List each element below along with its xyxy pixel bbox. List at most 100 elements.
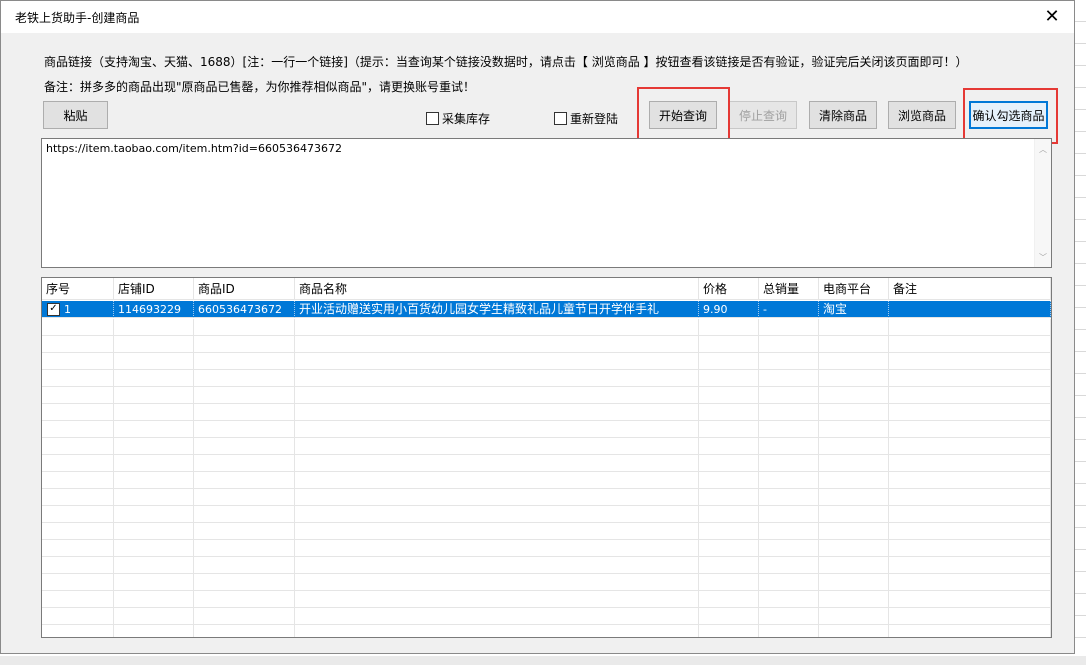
empty-cell <box>295 404 699 421</box>
row-product-name: 开业活动赠送实用小百货幼儿园女学生精致礼品儿童节日开学伴手礼 <box>295 301 699 318</box>
empty-cell <box>889 523 1051 540</box>
column-header-product-id[interactable]: 商品ID <box>194 278 295 300</box>
empty-table-row <box>42 489 1051 506</box>
empty-cell <box>114 489 194 506</box>
column-header-remark[interactable]: 备注 <box>889 278 1051 300</box>
row-seq-cell[interactable]: ✓ 1 <box>42 301 114 318</box>
empty-table-row <box>42 455 1051 472</box>
empty-cell <box>114 557 194 574</box>
empty-cell <box>819 438 889 455</box>
empty-cell <box>114 353 194 370</box>
checkbox-checked-icon[interactable]: ✓ <box>47 302 60 316</box>
empty-cell <box>759 574 819 591</box>
empty-cell <box>295 574 699 591</box>
close-button[interactable]: ✕ <box>1030 1 1074 32</box>
empty-cell <box>889 591 1051 608</box>
empty-cell <box>889 421 1051 438</box>
empty-cell <box>699 574 759 591</box>
empty-cell <box>114 455 194 472</box>
empty-cell <box>295 421 699 438</box>
table-header: 序号 店铺ID 商品ID 商品名称 价格 总销量 电商平台 备注 <box>42 278 1051 300</box>
collect-stock-checkbox[interactable]: 采集库存 <box>426 110 490 127</box>
empty-cell <box>819 370 889 387</box>
scroll-up-icon[interactable]: ︿ <box>1035 141 1051 157</box>
empty-cell <box>699 353 759 370</box>
empty-cell <box>194 540 295 557</box>
empty-cell <box>295 625 699 637</box>
empty-cell <box>295 370 699 387</box>
empty-cell <box>114 319 194 336</box>
empty-cell <box>819 319 889 336</box>
empty-cell <box>759 370 819 387</box>
empty-cell <box>114 387 194 404</box>
column-header-platform[interactable]: 电商平台 <box>819 278 889 300</box>
checkbox-unchecked-icon <box>426 112 439 125</box>
empty-cell <box>194 574 295 591</box>
empty-cell <box>759 404 819 421</box>
empty-cell <box>699 438 759 455</box>
empty-cell <box>114 540 194 557</box>
dialog-content: 商品链接（支持淘宝、天猫、1688）[注：一行一个链接]（提示：当查询某个链接没… <box>9 33 1066 647</box>
empty-cell <box>42 472 114 489</box>
empty-table-row <box>42 404 1051 421</box>
empty-cell <box>699 455 759 472</box>
column-header-product-name[interactable]: 商品名称 <box>295 278 699 300</box>
empty-cell <box>295 540 699 557</box>
paste-button[interactable]: 粘贴 <box>43 101 108 129</box>
empty-cell <box>699 608 759 625</box>
empty-cell <box>699 319 759 336</box>
relogin-checkbox[interactable]: 重新登陆 <box>554 110 618 127</box>
stop-query-button[interactable]: 停止查询 <box>729 101 797 129</box>
clear-products-button[interactable]: 清除商品 <box>809 101 877 129</box>
empty-cell <box>889 336 1051 353</box>
empty-cell <box>699 557 759 574</box>
column-header-seq[interactable]: 序号 <box>42 278 114 300</box>
checkbox-unchecked-icon <box>554 112 567 125</box>
empty-cell <box>114 574 194 591</box>
empty-cell <box>42 438 114 455</box>
empty-table-row <box>42 506 1051 523</box>
empty-table-row <box>42 591 1051 608</box>
empty-cell <box>889 557 1051 574</box>
empty-cell <box>699 591 759 608</box>
product-links-input[interactable]: https://item.taobao.com/item.htm?id=6605… <box>41 138 1052 268</box>
empty-cell <box>819 625 889 637</box>
empty-cell <box>759 438 819 455</box>
empty-cell <box>889 625 1051 637</box>
empty-cell <box>295 387 699 404</box>
empty-cell <box>819 404 889 421</box>
empty-cell <box>889 489 1051 506</box>
highlight-confirm-selected <box>963 88 1058 144</box>
empty-cell <box>295 608 699 625</box>
empty-cell <box>759 591 819 608</box>
table-row[interactable]: ✓ 1 114693229 660536473672 开业活动赠送实用小百货幼儿… <box>42 301 1051 318</box>
empty-cell <box>759 472 819 489</box>
row-shop-id: 114693229 <box>114 301 194 318</box>
empty-cell <box>194 591 295 608</box>
empty-cell <box>194 506 295 523</box>
empty-cell <box>295 319 699 336</box>
empty-cell <box>42 608 114 625</box>
browse-products-button[interactable]: 浏览商品 <box>888 101 956 129</box>
empty-cell <box>114 438 194 455</box>
column-header-total-sales[interactable]: 总销量 <box>759 278 819 300</box>
empty-cell <box>194 421 295 438</box>
links-scrollbar[interactable]: ︿ ﹀ <box>1034 139 1051 267</box>
empty-table-row <box>42 319 1051 336</box>
column-header-price[interactable]: 价格 <box>699 278 759 300</box>
empty-cell <box>759 625 819 637</box>
empty-cell <box>819 472 889 489</box>
empty-cell <box>699 489 759 506</box>
empty-cell <box>889 540 1051 557</box>
empty-cell <box>194 404 295 421</box>
column-header-shop-id[interactable]: 店铺ID <box>114 278 194 300</box>
empty-cell <box>42 421 114 438</box>
empty-cell <box>889 370 1051 387</box>
window-title: 老铁上货助手-创建商品 <box>15 11 140 25</box>
empty-table-row <box>42 523 1051 540</box>
empty-cell <box>194 625 295 637</box>
empty-cell <box>699 472 759 489</box>
empty-cell <box>699 506 759 523</box>
empty-cell <box>889 353 1051 370</box>
scroll-down-icon[interactable]: ﹀ <box>1035 249 1051 265</box>
